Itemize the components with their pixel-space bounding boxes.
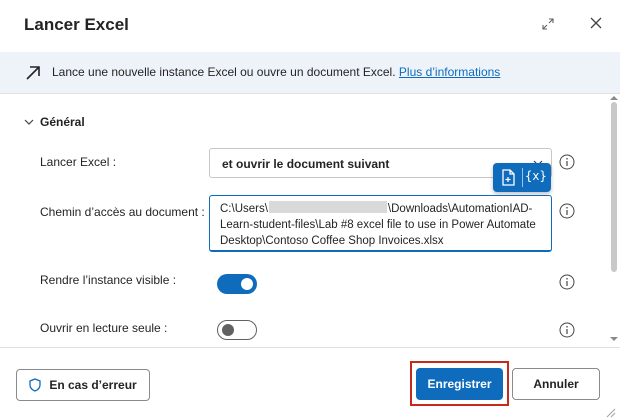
on-error-button[interactable]: En cas d’erreur [16,369,150,401]
toggle-knob [241,278,253,290]
shield-icon [29,378,41,392]
info-banner: Lance une nouvelle instance Excel ou ouv… [0,52,620,94]
chevron-down-icon[interactable] [24,117,34,127]
document-path-label: Chemin d’accès au document : [40,205,205,219]
resize-grip-icon[interactable] [604,406,616,418]
info-icon[interactable] [559,203,575,219]
popup-divider [522,168,523,187]
scrollbar[interactable] [609,96,620,346]
info-icon[interactable] [559,154,575,170]
insert-variable-button[interactable]: {x} [525,169,547,183]
on-error-label: En cas d’erreur [49,378,137,392]
visible-instance-toggle[interactable] [217,274,257,294]
variable-picker-popup: {x} [493,163,551,192]
info-text: Lance une nouvelle instance Excel ou ouv… [52,65,500,79]
read-only-label: Ouvrir en lecture seule : [40,321,168,335]
more-info-link[interactable]: Plus d’informations [399,65,500,79]
launch-excel-label: Lancer Excel : [40,155,117,169]
file-insert-icon[interactable] [499,168,517,187]
save-button[interactable]: Enregistrer [416,368,503,400]
close-icon[interactable] [588,15,604,31]
scroll-down-icon[interactable] [610,336,618,342]
dialog-footer: En cas d’erreur Enregistrer Annuler [0,347,620,420]
expand-icon[interactable] [540,16,556,32]
section-title-general[interactable]: Général [40,115,85,129]
cancel-button[interactable]: Annuler [512,368,600,400]
visible-instance-label: Rendre l’instance visible : [40,273,177,287]
redacted-username [268,201,387,213]
dialog-title: Lancer Excel [24,15,129,34]
toggle-knob [222,324,234,336]
read-only-toggle[interactable] [217,320,257,340]
arrow-up-right-icon [26,66,40,80]
launch-excel-value: et ouvrir le document suivant [222,157,390,171]
info-description: Lance une nouvelle instance Excel ou ouv… [52,65,396,79]
scroll-up-icon[interactable] [610,95,618,101]
info-icon[interactable] [559,274,575,290]
info-icon[interactable] [559,322,575,338]
path-prefix: C:\Users\ [220,203,268,215]
document-path-input[interactable]: C:\Users\ \Downloads\AutomationIAD-Learn-… [209,195,552,252]
scrollbar-thumb[interactable] [611,102,617,272]
